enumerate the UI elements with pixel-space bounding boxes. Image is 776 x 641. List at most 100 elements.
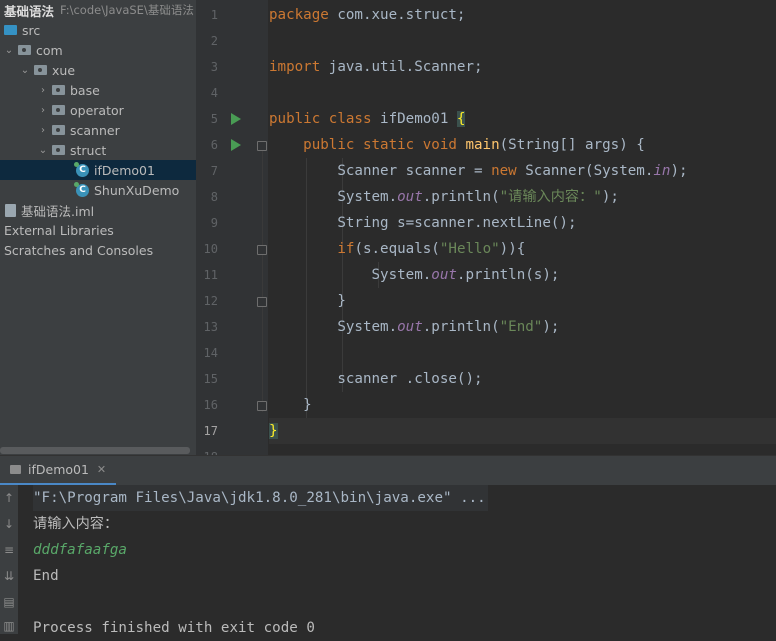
console-output-line: End [33,568,59,584]
line-number: 9 [210,216,218,230]
chevron-down-icon[interactable]: ⌄ [38,145,48,156]
fold-icon[interactable] [257,141,267,151]
tree-item-label: struct [70,142,107,158]
tree-item-label: src [22,22,41,38]
chevron-right-icon[interactable]: › [38,125,48,136]
fold-guide [262,150,263,412]
code-line-9[interactable]: String s=scanner.nextLine(); [269,210,576,236]
tree-item-scanner[interactable]: › scanner [0,120,196,140]
line-number: 6 [210,138,218,152]
tree-item-label: scanner [70,122,120,138]
code-line-15[interactable]: scanner .close(); [269,366,482,392]
line-number-current: 17 [203,424,218,438]
code-line-17[interactable]: } [269,418,776,444]
project-root-label: 基础语法 [4,3,55,19]
tab-run-ifdemo01[interactable]: ifDemo01 ✕ [0,456,117,486]
code-editor[interactable]: 1 2 3 4 5 6 7 8 9 10 11 12 13 14 15 16 1… [196,0,776,455]
tree-item-iml[interactable]: 基础语法.iml [0,200,196,220]
console-user-input-line: dddfafaafga [33,542,127,558]
module-file-icon [5,203,16,217]
tree-item-operator[interactable]: › operator [0,100,196,120]
line-number: 18 [196,444,218,455]
console-prompt-line: 请输入内容： [33,516,119,532]
fold-icon[interactable] [257,245,267,255]
up-arrow-icon[interactable]: ↑ [2,491,16,505]
package-icon [52,85,65,95]
tree-item-label: com [36,42,63,58]
project-root-item[interactable]: 基础语法 F:\code\JavaSE\基础语法 [0,0,196,20]
line-number: 16 [203,398,218,412]
package-icon [52,125,65,135]
line-number: 5 [210,112,218,126]
code-line-8[interactable]: System.out.println("请输入内容："); [269,184,619,210]
chevron-down-icon[interactable]: ⌄ [20,65,30,76]
horizontal-scrollbar[interactable] [0,447,190,454]
tree-item-base[interactable]: › base [0,80,196,100]
tree-item-external-libraries[interactable]: External Libraries [0,220,196,240]
scroll-end-icon[interactable]: ⇊ [2,569,16,583]
package-icon [18,45,31,55]
chevron-down-icon[interactable]: ⌄ [4,45,14,56]
tree-item-label: External Libraries [4,222,114,238]
line-number: 1 [210,8,218,22]
package-icon [52,105,65,115]
line-number: 15 [203,372,218,386]
tree-item-ifdemo01[interactable]: C ifDemo01 [0,160,196,180]
line-number: 2 [210,34,218,48]
project-root-path: F:\code\JavaSE\基础语法 [60,3,194,17]
tree-item-label: ifDemo01 [94,162,155,178]
tree-item-shunxudemo[interactable]: C ShunXuDemo [0,180,196,200]
chevron-right-icon[interactable]: › [38,85,48,96]
run-config-icon [10,465,21,474]
print-icon[interactable]: ▤ [2,595,16,609]
editor-gutter: 1 2 3 4 5 6 7 8 9 10 11 12 13 14 15 16 1… [196,0,268,455]
delete-icon[interactable]: ▥ [2,619,16,633]
code-line-16[interactable]: } [269,392,312,418]
tree-item-xue[interactable]: ⌄ xue [0,60,196,80]
line-number: 8 [210,190,218,204]
project-tree-panel: 基础语法 F:\code\JavaSE\基础语法 src ⌄ com ⌄ xue… [0,0,196,455]
code-line-7[interactable]: Scanner scanner = new Scanner(System.in)… [269,158,687,184]
code-line-3[interactable]: import java.util.Scanner; [269,54,483,80]
tree-item-src[interactable]: src [0,20,196,40]
tree-item-struct[interactable]: ⌄ struct [0,140,196,160]
console-command-line: "F:\Program Files\Java\jdk1.8.0_281\bin\… [33,485,488,511]
code-line-6[interactable]: public static void main(String[] args) { [269,132,645,158]
line-number: 11 [203,268,218,282]
code-line-13[interactable]: System.out.println("End"); [269,314,559,340]
run-toolbar: ↑ ↓ ≡ ⇊ ▤ ▥ [0,485,18,634]
run-tab-label: ifDemo01 [28,462,89,477]
class-icon: C [74,161,89,177]
tree-item-label: Scratches and Consoles [4,242,154,258]
code-line-10[interactable]: if(s.equals("Hello")){ [269,236,525,262]
tree-item-label: xue [52,62,76,78]
run-tool-window-header: ifDemo01 ✕ [0,455,776,486]
fold-icon[interactable] [257,401,267,411]
soft-wrap-icon[interactable]: ≡ [2,543,16,557]
console-output[interactable]: "F:\Program Files\Java\jdk1.8.0_281\bin\… [18,485,776,636]
code-line-11[interactable]: System.out.println(s); [269,262,560,288]
line-number: 4 [210,86,218,100]
code-line-12[interactable]: } [269,288,346,314]
line-number: 10 [203,242,218,256]
code-line-1[interactable]: package com.xue.struct; [269,2,465,28]
chevron-right-icon[interactable]: › [38,105,48,116]
run-gutter-icon[interactable] [231,139,241,151]
close-icon[interactable]: ✕ [97,463,106,476]
line-number: 12 [203,294,218,308]
line-number: 3 [210,60,218,74]
code-line-5[interactable]: public class ifDemo01 { [269,106,466,132]
run-gutter-icon[interactable] [231,113,241,125]
down-arrow-icon[interactable]: ↓ [2,517,16,531]
tree-item-com[interactable]: ⌄ com [0,40,196,60]
console-exit-line: Process finished with exit code 0 [33,620,315,636]
source-folder-icon [4,25,17,35]
tree-item-scratches[interactable]: Scratches and Consoles [0,240,196,260]
tree-item-label: operator [70,102,124,118]
fold-icon[interactable] [257,297,267,307]
line-number: 7 [210,164,218,178]
tree-item-label: base [70,82,100,98]
package-icon [52,145,65,155]
line-number: 13 [203,320,218,334]
class-icon: C [74,181,89,197]
